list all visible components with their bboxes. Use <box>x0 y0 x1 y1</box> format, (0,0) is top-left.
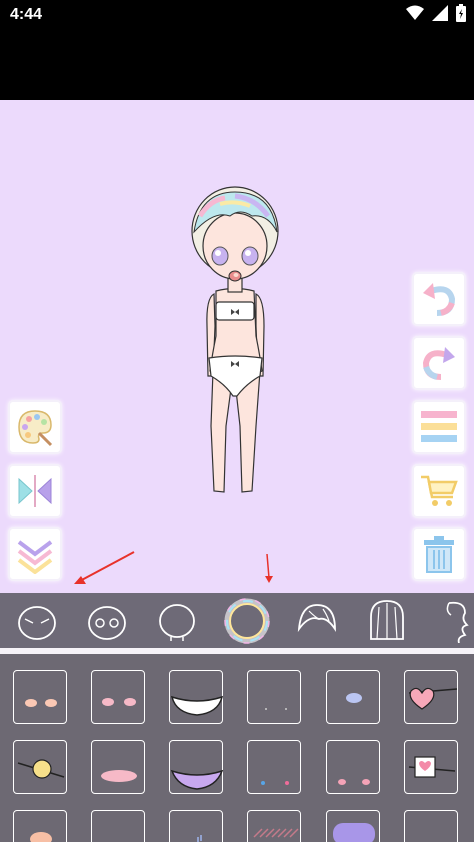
cart-icon <box>421 475 458 506</box>
redo-icon <box>422 347 455 380</box>
layers-icon <box>421 411 457 442</box>
palette-button[interactable] <box>10 402 60 452</box>
item-bandage[interactable] <box>404 740 458 794</box>
eyes-icon <box>88 605 126 640</box>
bangs-category[interactable] <box>284 593 350 648</box>
item-pink-blush[interactable] <box>13 670 67 724</box>
signal-icon <box>432 5 448 21</box>
head-icon <box>159 603 195 641</box>
item-lilac-blob[interactable] <box>326 810 380 842</box>
item-light-blush[interactable] <box>91 670 145 724</box>
halo-icon <box>224 597 270 644</box>
character-doll[interactable] <box>180 186 290 498</box>
hair-icon <box>370 599 404 640</box>
shop-button[interactable] <box>414 466 464 516</box>
item-color-dots[interactable] <box>247 740 301 794</box>
item-tiny-dots[interactable] <box>247 670 301 724</box>
face-outline-icon <box>18 605 56 640</box>
hint-arrow-left <box>74 551 135 584</box>
hint-arrow-right <box>265 554 273 583</box>
battery-icon <box>456 4 466 22</box>
delete-button[interactable] <box>414 529 464 579</box>
item-grid <box>0 654 474 842</box>
halo-category[interactable] <box>214 593 280 648</box>
dressup-stage <box>0 100 474 593</box>
ponytail-category[interactable] <box>424 593 474 648</box>
item-heart-patch[interactable] <box>404 670 458 724</box>
palette-icon <box>18 410 53 447</box>
hair-category[interactable] <box>354 593 420 648</box>
bangs-icon <box>297 603 336 632</box>
undo-icon <box>423 283 456 316</box>
face-category[interactable] <box>4 593 70 648</box>
item-stripes[interactable] <box>169 810 223 842</box>
trash-icon <box>424 536 454 573</box>
collapse-button[interactable] <box>10 529 60 579</box>
category-bar <box>0 593 474 648</box>
item-mask[interactable] <box>169 670 224 724</box>
mirror-flip-icon <box>18 475 52 507</box>
head-category[interactable] <box>144 593 210 648</box>
item-pink-lips[interactable] <box>91 740 145 794</box>
status-bar: 4:44 <box>0 0 474 100</box>
ponytail-icon <box>446 601 469 643</box>
wifi-icon <box>406 5 424 20</box>
item-blue-oval[interactable] <box>326 670 380 724</box>
status-time: 4:44 <box>10 6 43 23</box>
chevron-down-icon <box>17 540 53 574</box>
eyes-category[interactable] <box>74 593 140 648</box>
undo-button[interactable] <box>414 274 464 324</box>
item-yellow-pin[interactable] <box>13 740 67 794</box>
status-icons <box>406 4 466 22</box>
item-pink-dots[interactable] <box>326 740 380 794</box>
item-blank[interactable] <box>91 810 145 842</box>
layers-button[interactable] <box>414 402 464 452</box>
item-purple-mask[interactable] <box>169 740 224 794</box>
item-lines[interactable] <box>247 810 301 842</box>
item-peach-blob[interactable] <box>13 810 67 842</box>
redo-button[interactable] <box>414 338 464 388</box>
flip-button[interactable] <box>10 466 60 516</box>
item-blank-2[interactable] <box>404 810 458 842</box>
